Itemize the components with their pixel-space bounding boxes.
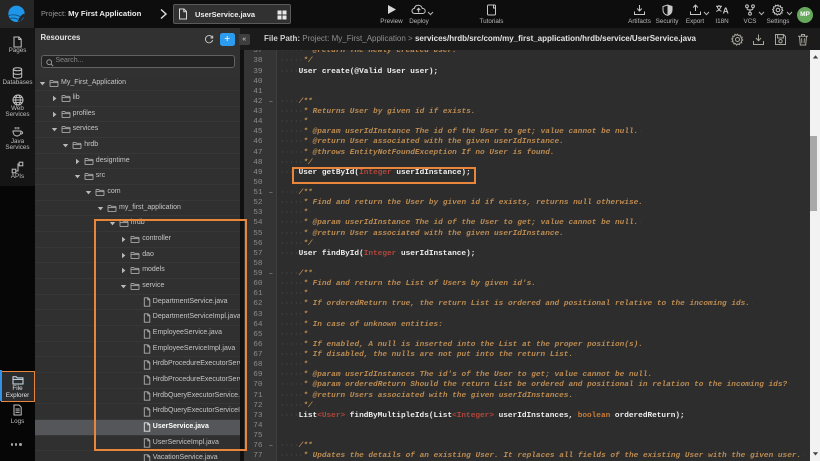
svg-text:A: A xyxy=(723,6,729,16)
